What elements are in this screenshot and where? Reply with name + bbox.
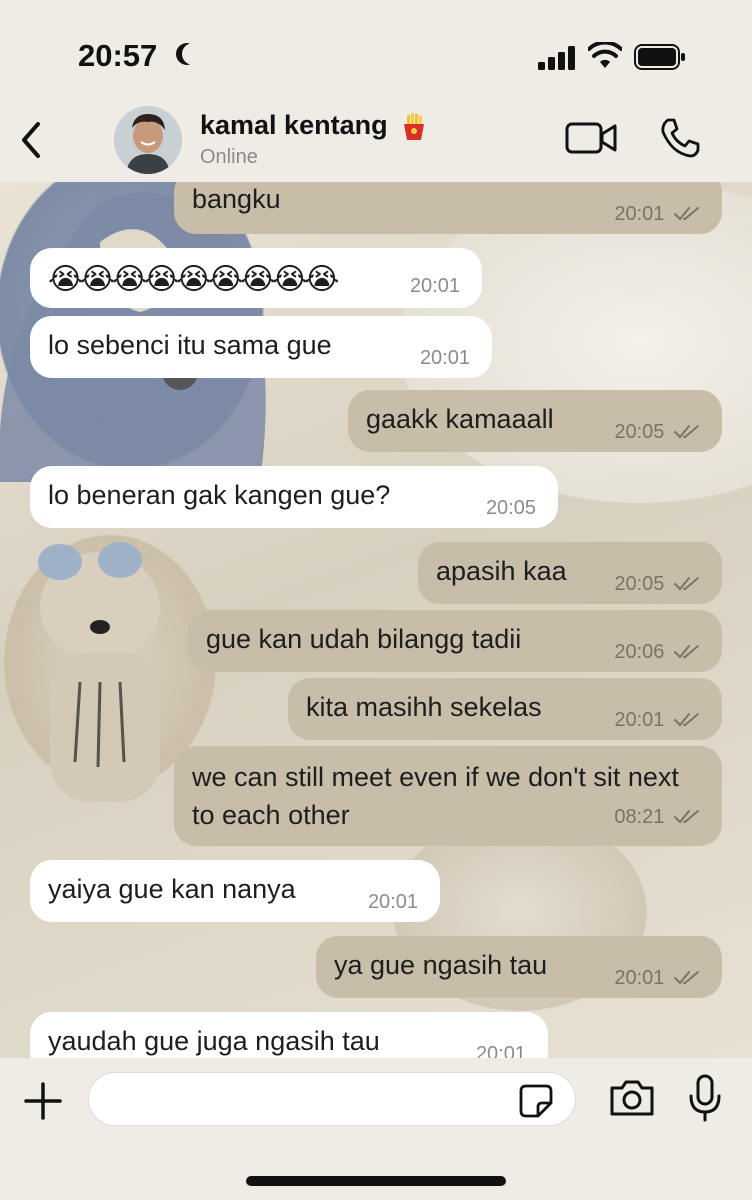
read-receipt-icon <box>674 810 699 824</box>
battery-icon <box>634 44 685 70</box>
message-time: 20:01 <box>419 347 470 369</box>
message-text: lo sebenci itu sama gue <box>48 330 332 360</box>
message-bubble[interactable]: ya gue ngasih tau 20:01 <box>316 936 722 998</box>
top-bar: 20:57 kamal kentang Online <box>0 0 752 182</box>
message-text: bangku <box>192 184 281 214</box>
message-time: 20:01 <box>367 891 418 913</box>
message-meta: 20:06 <box>614 641 700 664</box>
read-receipt-icon <box>674 425 699 439</box>
message-bubble[interactable]: lo beneran gak kangen gue? 20:05 <box>30 466 558 528</box>
message-time: 08:21 <box>614 806 665 828</box>
french-fries-icon <box>404 112 425 140</box>
video-call-icon[interactable] <box>564 118 618 158</box>
message-text: kita masihh sekelas <box>306 692 542 722</box>
message-time: 20:01 <box>614 709 665 731</box>
message-text: apasih kaa <box>436 556 567 586</box>
message-time: 20:05 <box>485 497 536 519</box>
message-time: 20:05 <box>614 573 665 595</box>
message-bubble[interactable]: we can still meet even if we don't sit n… <box>174 746 722 846</box>
message-meta: 20:05 <box>614 421 700 444</box>
message-meta: 20:05 <box>614 573 700 596</box>
message-time: 20:01 <box>409 275 460 297</box>
avatar-image <box>114 106 182 174</box>
message-meta: 20:01 <box>614 203 700 226</box>
contact-name[interactable]: kamal kentang <box>200 110 427 141</box>
wallpaper-teddy-figure <box>38 542 160 802</box>
message-bubble[interactable]: gaakk kamaaall 20:05 <box>348 390 722 452</box>
message-time: 20:05 <box>614 421 665 443</box>
message-bubble[interactable]: apasih kaa 20:05 <box>418 542 722 604</box>
read-receipt-icon <box>674 645 699 659</box>
chat-area[interactable]: bangku 20:01 😭😭😭😭😭😭😭😭😭 20:01 lo sebenci … <box>0 182 752 1058</box>
plus-icon[interactable] <box>22 1080 64 1122</box>
message-text: 😭😭😭😭😭😭😭😭😭 <box>48 263 339 296</box>
message-bubble[interactable]: bangku 20:01 <box>174 182 722 234</box>
message-bubble[interactable]: yaudah gue juga ngasih tau 20:01 <box>30 1012 548 1058</box>
message-bubble[interactable]: gue kan udah bilangg tadii 20:06 <box>188 610 722 672</box>
read-receipt-icon <box>674 207 699 221</box>
message-text: ya gue ngasih tau <box>334 950 548 980</box>
message-bubble[interactable]: yaiya gue kan nanya 20:01 <box>30 860 440 922</box>
message-text: yaiya gue kan nanya <box>48 874 296 904</box>
read-receipt-icon <box>674 713 699 727</box>
message-meta: 20:01 <box>614 709 700 732</box>
sticker-icon[interactable] <box>518 1083 554 1119</box>
message-meta: 08:21 <box>614 798 700 836</box>
message-bubble[interactable]: kita masihh sekelas 20:01 <box>288 678 722 740</box>
message-bubble[interactable]: lo sebenci itu sama gue 20:01 <box>30 316 492 378</box>
cellular-signal-icon <box>538 46 575 70</box>
chevron-left-icon[interactable] <box>14 118 54 162</box>
message-text: gaakk kamaaall <box>366 404 554 434</box>
message-text: yaudah gue juga ngasih tau <box>48 1026 380 1056</box>
message-time: 20:01 <box>475 1043 526 1058</box>
phone-call-icon[interactable] <box>658 116 702 160</box>
message-input[interactable] <box>88 1072 576 1126</box>
message-text: gue kan udah bilangg tadii <box>206 624 522 654</box>
contact-name-text: kamal kentang <box>200 110 388 140</box>
message-meta: 20:01 <box>614 967 700 990</box>
microphone-icon[interactable] <box>686 1074 724 1122</box>
message-time: 20:01 <box>614 967 665 989</box>
message-time: 20:01 <box>614 203 665 225</box>
wifi-icon <box>588 42 622 68</box>
contact-status: Online <box>200 146 258 168</box>
message-time: 20:06 <box>614 641 665 663</box>
home-indicator[interactable] <box>246 1176 506 1186</box>
avatar[interactable] <box>114 106 182 174</box>
read-receipt-icon <box>674 971 699 985</box>
camera-icon[interactable] <box>608 1078 656 1118</box>
status-time: 20:57 <box>78 38 158 73</box>
read-receipt-icon <box>674 577 699 591</box>
moon-icon <box>182 43 204 65</box>
message-text: lo beneran gak kangen gue? <box>48 480 391 510</box>
message-bubble[interactable]: 😭😭😭😭😭😭😭😭😭 20:01 <box>30 248 482 308</box>
